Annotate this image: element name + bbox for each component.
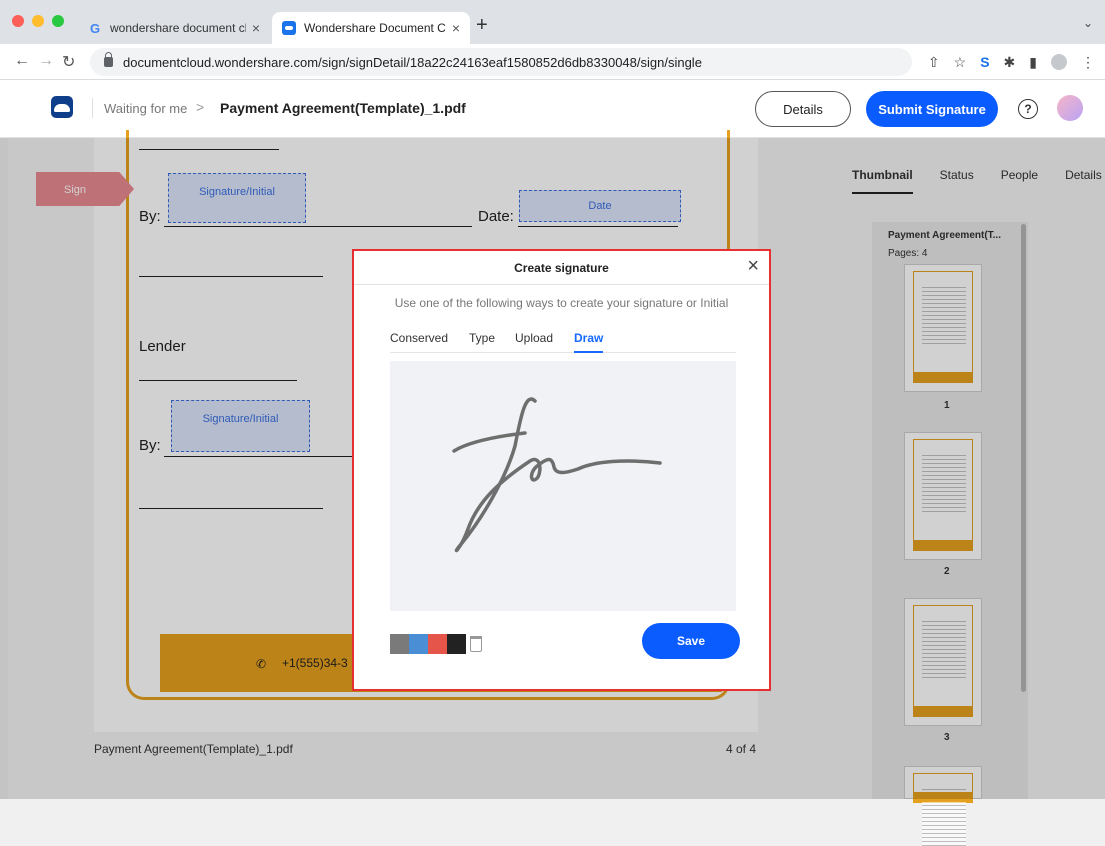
dialog-title: Create signature	[514, 261, 609, 275]
color-swatch[interactable]	[447, 634, 466, 654]
new-tab-button[interactable]: +	[476, 14, 488, 37]
extensions-puzzle-icon[interactable]: ✱	[1004, 54, 1016, 71]
wondershare-icon	[282, 21, 296, 35]
page-title: Payment Agreement(Template)_1.pdf	[220, 100, 466, 116]
url-text[interactable]: documentcloud.wondershare.com/sign/signD…	[123, 55, 702, 70]
dialog-header: Create signature ×	[354, 251, 769, 285]
close-window-button[interactable]	[12, 15, 24, 27]
browser-tabbar: G wondershare document cloud - × Wonders…	[0, 0, 1105, 44]
maximize-window-button[interactable]	[52, 15, 64, 27]
tab-title: Wondershare Document Cloud	[304, 21, 446, 35]
breadcrumb-waiting-for-me[interactable]: Waiting for me	[104, 101, 187, 116]
chevron-right-icon: >	[196, 99, 205, 115]
create-signature-dialog: Create signature × Use one of the follow…	[352, 249, 771, 691]
reload-icon[interactable]: ↻	[62, 52, 75, 72]
sidepanel-icon[interactable]: ▮	[1029, 54, 1037, 71]
dialog-description: Use one of the following ways to create …	[394, 296, 729, 310]
color-swatch[interactable]	[409, 634, 428, 654]
tab-search-icon[interactable]: ⌄	[1083, 16, 1093, 30]
browser-tab-google[interactable]: G wondershare document cloud - ×	[78, 12, 270, 44]
profile-icon[interactable]	[1051, 54, 1067, 70]
color-swatch[interactable]	[428, 634, 447, 654]
browser-tab-document-cloud[interactable]: Wondershare Document Cloud ×	[272, 12, 470, 44]
drawn-signature	[452, 397, 662, 553]
tab-draw[interactable]: Draw	[574, 331, 604, 353]
browser-menu-icon[interactable]: ⋮	[1081, 54, 1095, 71]
minimize-window-button[interactable]	[32, 15, 44, 27]
tab-title: wondershare document cloud -	[110, 21, 246, 35]
details-button[interactable]: Details	[755, 91, 851, 127]
share-icon[interactable]: ⇧	[928, 54, 940, 71]
back-icon[interactable]: ←	[14, 52, 30, 70]
close-icon[interactable]: ×	[747, 256, 759, 276]
browser-actions: ⇧ ☆ S ✱ ▮ ⋮	[928, 54, 1095, 71]
extension-icon[interactable]: S	[980, 54, 989, 71]
bookmark-star-icon[interactable]: ☆	[954, 54, 967, 71]
help-icon[interactable]: ?	[1018, 99, 1038, 119]
submit-signature-button[interactable]: Submit Signature	[866, 91, 998, 127]
divider	[92, 98, 93, 118]
trash-icon[interactable]	[470, 636, 482, 652]
tab-type[interactable]: Type	[469, 331, 495, 351]
document-cloud-logo-icon[interactable]	[51, 96, 73, 118]
tab-conserved[interactable]: Conserved	[390, 331, 448, 351]
signature-method-tabs: Conserved Type Upload Draw	[390, 331, 736, 353]
tab-upload[interactable]: Upload	[515, 331, 553, 351]
tab-close-icon[interactable]: ×	[452, 20, 460, 36]
color-palette	[390, 634, 466, 654]
browser-toolbar: ← → ↻ documentcloud.wondershare.com/sign…	[0, 44, 1105, 80]
color-swatch[interactable]	[390, 634, 409, 654]
address-bar[interactable]: documentcloud.wondershare.com/sign/signD…	[90, 48, 912, 76]
lock-icon[interactable]	[104, 52, 113, 67]
drawing-canvas[interactable]	[390, 361, 736, 611]
avatar[interactable]	[1057, 95, 1083, 121]
google-icon: G	[89, 20, 101, 36]
forward-icon[interactable]: →	[38, 52, 54, 70]
tab-close-icon[interactable]: ×	[252, 20, 260, 36]
save-button[interactable]: Save	[642, 623, 740, 659]
